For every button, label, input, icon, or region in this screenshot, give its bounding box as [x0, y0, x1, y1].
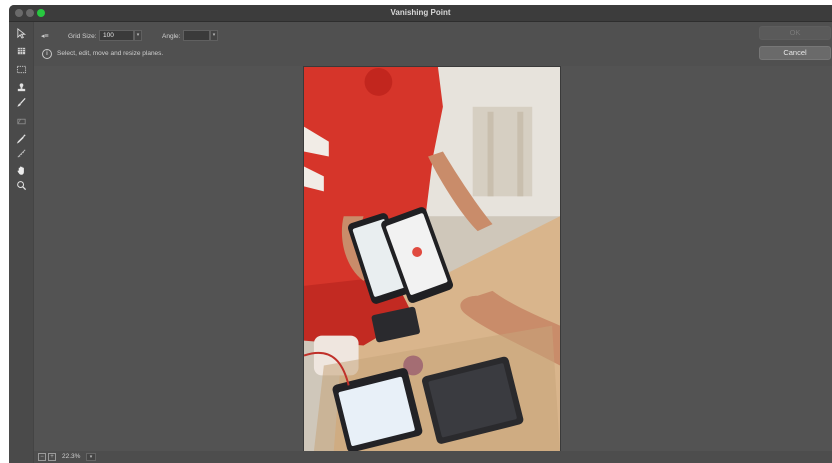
photo-preview: [303, 66, 561, 452]
eyedropper-icon: [16, 133, 26, 144]
cancel-button[interactable]: Cancel: [759, 46, 831, 60]
transform-icon: [16, 118, 26, 124]
window-title: Vanishing Point: [390, 8, 451, 17]
zoom-tool[interactable]: [13, 178, 29, 192]
hand-icon: [17, 165, 24, 175]
angle-input[interactable]: [183, 30, 210, 41]
tool-strip: [9, 22, 34, 463]
grid-size-label: Grid Size:: [68, 33, 97, 40]
angle-dropdown[interactable]: ▾: [210, 30, 218, 41]
zoom-out-button[interactable]: −: [38, 453, 46, 461]
ok-button[interactable]: OK: [759, 26, 831, 40]
eyedropper-tool[interactable]: [13, 131, 29, 145]
payment-photo-image: [304, 67, 560, 451]
edit-plane-icon: [16, 27, 26, 39]
brush-icon: [16, 97, 26, 107]
zoom-in-button[interactable]: +: [48, 453, 56, 461]
hand-tool[interactable]: [13, 163, 29, 177]
status-bar: − + 22.3% ▾: [34, 451, 832, 463]
zoom-icon: [16, 180, 26, 190]
grid-size-dropdown[interactable]: ▾: [134, 30, 142, 41]
vanishing-point-window: Vanishing Point ◂≡ Grid Size: 100 ▾ Angl…: [9, 5, 832, 463]
zoom-dropdown[interactable]: ▾: [86, 453, 96, 461]
zoom-level: 22.3%: [62, 453, 81, 460]
marquee-tool[interactable]: [13, 62, 29, 76]
create-plane-tool[interactable]: [13, 44, 29, 58]
plane-options-icon[interactable]: ◂≡: [41, 32, 49, 40]
preview-canvas[interactable]: [34, 66, 832, 452]
angle-label: Angle:: [162, 33, 181, 40]
stamp-icon: [17, 82, 25, 91]
measure-tool[interactable]: [13, 146, 29, 160]
grid-size-input[interactable]: 100: [99, 30, 134, 41]
marquee-icon: [16, 65, 26, 73]
edit-plane-tool[interactable]: [13, 26, 29, 40]
tool-options-bar: ◂≡ Grid Size: 100 ▾ Angle: ▾ i Select, e…: [34, 22, 832, 66]
info-icon: i: [42, 49, 52, 59]
create-plane-icon: [17, 47, 25, 54]
measure-icon: [17, 149, 25, 157]
transform-tool[interactable]: [13, 114, 29, 128]
title-bar: Vanishing Point: [9, 5, 832, 22]
brush-tool[interactable]: [13, 95, 29, 109]
info-message: Select, edit, move and resize planes.: [57, 50, 164, 57]
stamp-tool[interactable]: [13, 80, 29, 94]
